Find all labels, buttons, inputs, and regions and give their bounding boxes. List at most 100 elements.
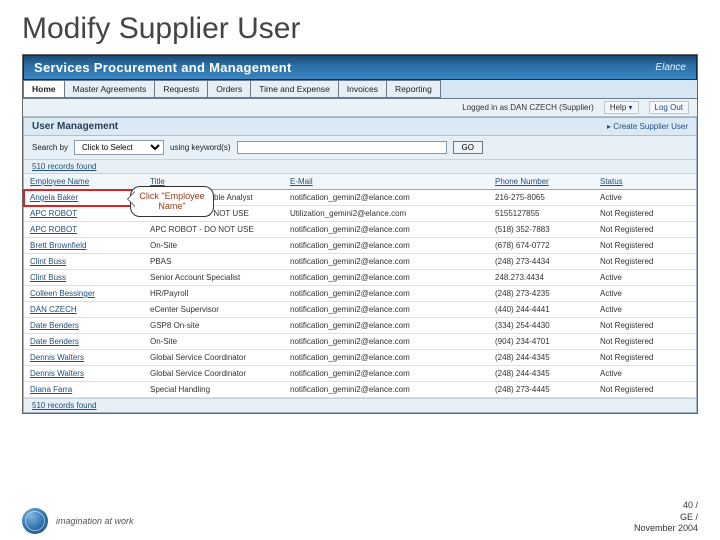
- panel-title: User Management: [32, 121, 118, 132]
- cell-status: Not Registered: [594, 254, 696, 270]
- employee-name-link[interactable]: Brett Brownfield: [30, 241, 86, 250]
- table-row: APC ROBOTAPC ROBOT DO NOT USEUtilization…: [24, 206, 696, 222]
- app-screenshot: Services Procurement and Management Elan…: [22, 54, 698, 414]
- col-email[interactable]: E-Mail: [284, 174, 489, 190]
- cell-title: eCenter Supervisor: [144, 302, 284, 318]
- org-label: GE /: [634, 512, 698, 523]
- cell-email: notification_gemini2@elance.com: [284, 366, 489, 382]
- cell-title: APC ROBOT - DO NOT USE: [144, 222, 284, 238]
- cell-phone: (334) 254-4430: [489, 318, 594, 334]
- employee-name-link[interactable]: Clint Buss: [30, 257, 66, 266]
- cell-email: notification_gemini2@elance.com: [284, 270, 489, 286]
- cell-title: On-Site: [144, 238, 284, 254]
- employee-name-link[interactable]: Angela Baker: [30, 193, 78, 202]
- employee-name-link[interactable]: Date Benders: [30, 337, 79, 346]
- cell-status: Not Registered: [594, 206, 696, 222]
- cell-email: notification_gemini2@elance.com: [284, 318, 489, 334]
- cell-email: notification_gemini2@elance.com: [284, 254, 489, 270]
- col-employee-name[interactable]: Employee Name: [24, 174, 144, 190]
- employee-name-link[interactable]: Date Benders: [30, 321, 79, 330]
- cell-phone: (904) 234-4701: [489, 334, 594, 350]
- employee-name-link[interactable]: Diana Farra: [30, 385, 72, 394]
- cell-phone: (248) 273-4235: [489, 286, 594, 302]
- tab-orders[interactable]: Orders: [207, 80, 251, 98]
- cell-title: PBAS: [144, 254, 284, 270]
- employee-name-link[interactable]: Clint Buss: [30, 273, 66, 282]
- cell-email: notification_gemini2@elance.com: [284, 334, 489, 350]
- cell-phone: (248) 273-4434: [489, 254, 594, 270]
- cell-phone: (440) 244-4441: [489, 302, 594, 318]
- search-by-select[interactable]: Click to Select: [74, 140, 164, 155]
- search-row: Search by Click to Select using keyword(…: [24, 136, 696, 160]
- page-title: Modify Supplier User: [22, 12, 698, 46]
- tab-requests[interactable]: Requests: [154, 80, 208, 98]
- tab-time-expense[interactable]: Time and Expense: [250, 80, 339, 98]
- table-row: APC ROBOTAPC ROBOT - DO NOT USEnotificat…: [24, 222, 696, 238]
- cell-status: Active: [594, 366, 696, 382]
- search-input[interactable]: [237, 141, 447, 154]
- utility-bar: Logged in as DAN CZECH (Supplier) Help ▾…: [23, 99, 697, 117]
- cell-phone: (248) 244-4345: [489, 366, 594, 382]
- tagline: imagination at work: [56, 516, 134, 526]
- col-status[interactable]: Status: [594, 174, 696, 190]
- cell-email: notification_gemini2@elance.com: [284, 302, 489, 318]
- employee-name-link[interactable]: APC ROBOT: [30, 209, 77, 218]
- vendor-name: Elance: [655, 62, 686, 73]
- help-link[interactable]: Help ▾: [604, 101, 639, 114]
- cell-status: Not Registered: [594, 350, 696, 366]
- employee-name-link[interactable]: Colleen Bessinger: [30, 289, 95, 298]
- cell-email: notification_gemini2@elance.com: [284, 286, 489, 302]
- cell-phone: 216-275-8065: [489, 190, 594, 206]
- date-label: November 2004: [634, 523, 698, 534]
- cell-status: Active: [594, 286, 696, 302]
- brand-bar: Services Procurement and Management Elan…: [23, 55, 697, 80]
- cell-status: Not Registered: [594, 382, 696, 398]
- cell-email: notification_gemini2@elance.com: [284, 190, 489, 206]
- slide-footer: imagination at work 40 / GE / November 2…: [22, 500, 698, 534]
- employee-name-link[interactable]: Dennis Walters: [30, 369, 84, 378]
- page-number: 40 /: [634, 500, 698, 511]
- cell-status: Not Registered: [594, 222, 696, 238]
- cell-phone: (248) 273-4445: [489, 382, 594, 398]
- ge-logo-icon: [22, 508, 48, 534]
- table-row: Diana FarraSpecial Handlingnotification_…: [24, 382, 696, 398]
- employee-name-link[interactable]: Dennis Walters: [30, 353, 84, 362]
- tab-home[interactable]: Home: [23, 80, 65, 98]
- cell-title: HR/Payroll: [144, 286, 284, 302]
- callout-bubble: Click "Employee Name": [130, 186, 214, 217]
- cell-status: Active: [594, 270, 696, 286]
- cell-title: On-Site: [144, 334, 284, 350]
- create-supplier-user-link[interactable]: Create Supplier User: [607, 122, 688, 131]
- table-row: Clint Buss PBASnotification_gemini2@elanc…: [24, 254, 696, 270]
- logout-link[interactable]: Log Out: [649, 101, 689, 114]
- table-row: Date Benders GSP8 On-sitenotification_gem…: [24, 318, 696, 334]
- cell-title: Senior Account Specialist: [144, 270, 284, 286]
- employee-name-link[interactable]: APC ROBOT: [30, 225, 77, 234]
- tabs: Home Master Agreements Requests Orders T…: [23, 80, 697, 99]
- search-label: Search by: [32, 143, 68, 152]
- employee-name-link[interactable]: DAN CZECH: [30, 305, 77, 314]
- cell-phone: (518) 352-7883: [489, 222, 594, 238]
- users-table: Employee Name Title E-Mail Phone Number …: [24, 174, 696, 398]
- tab-invoices[interactable]: Invoices: [338, 80, 387, 98]
- go-button[interactable]: GO: [453, 141, 483, 154]
- logged-in-label: Logged in as DAN CZECH (Supplier): [462, 103, 594, 112]
- cell-status: Active: [594, 190, 696, 206]
- table-row: Clint Buss Senior Account Specialistnotif…: [24, 270, 696, 286]
- tab-reporting[interactable]: Reporting: [386, 80, 441, 98]
- col-phone[interactable]: Phone Number: [489, 174, 594, 190]
- table-row: Brett Brownfield On-Sitenotification_gemi…: [24, 238, 696, 254]
- cell-status: Not Registered: [594, 318, 696, 334]
- cell-phone: (248) 244-4345: [489, 350, 594, 366]
- cell-title: Global Service Coordinator: [144, 366, 284, 382]
- cell-status: Not Registered: [594, 238, 696, 254]
- cell-title: GSP8 On-site: [144, 318, 284, 334]
- cell-phone: 248.273.4434: [489, 270, 594, 286]
- table-row: Dennis WaltersGlobal Service Coordinator…: [24, 350, 696, 366]
- user-management-panel: User Management Create Supplier User Sea…: [23, 117, 697, 413]
- cell-email: notification_gemini2@elance.com: [284, 238, 489, 254]
- cell-email: Utilization_gemini2@elance.com: [284, 206, 489, 222]
- cell-phone: 5155127855: [489, 206, 594, 222]
- cell-email: notification_gemini2@elance.com: [284, 382, 489, 398]
- tab-master-agreements[interactable]: Master Agreements: [64, 80, 156, 98]
